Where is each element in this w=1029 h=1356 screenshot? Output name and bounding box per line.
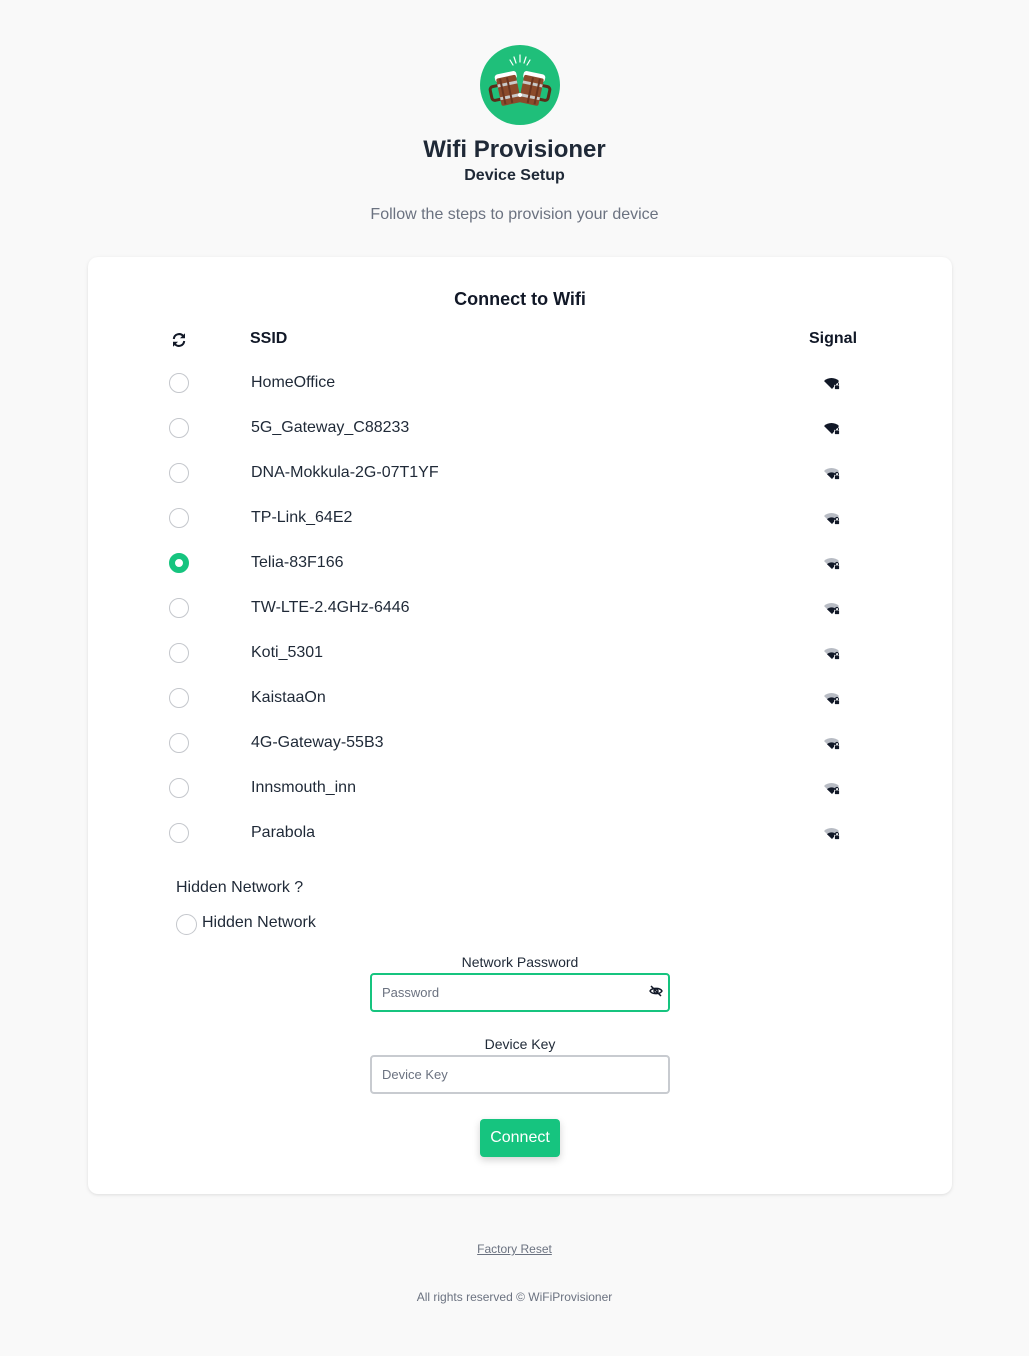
network-ssid: DNA-Mokkula-2G-07T1YF (251, 464, 439, 481)
wifi-medium-locked-icon (823, 466, 841, 482)
hidden-network-label: Hidden Network (202, 914, 316, 931)
wifi-medium-locked-icon (823, 826, 841, 842)
wifi-strong-locked-icon (823, 421, 841, 437)
network-radio[interactable] (169, 553, 189, 573)
refresh-icon[interactable] (171, 332, 187, 348)
wifi-medium-locked-icon (823, 781, 841, 797)
network-radio[interactable] (169, 463, 189, 483)
wifi-medium-locked-icon (823, 511, 841, 527)
password-input[interactable] (370, 973, 670, 1012)
wifi-medium-locked-icon (823, 691, 841, 707)
page-tagline: Follow the steps to provision your devic… (370, 206, 659, 223)
page-subtitle: Device Setup (464, 167, 565, 184)
network-row[interactable]: TW-LTE-2.4GHz-6446 (158, 593, 878, 638)
network-row[interactable]: HomeOffice (158, 368, 878, 413)
password-label: Network Password (461, 954, 579, 970)
hidden-network-question: Hidden Network ? (176, 879, 304, 896)
network-ssid: Innsmouth_inn (251, 779, 356, 796)
network-row[interactable]: KaistaaOn (158, 683, 878, 728)
network-radio[interactable] (169, 508, 189, 528)
network-row[interactable]: Parabola (158, 818, 878, 863)
eye-slash-icon[interactable] (649, 984, 663, 998)
network-radio[interactable] (169, 373, 189, 393)
network-radio[interactable] (169, 688, 189, 708)
column-header-signal: Signal (809, 330, 858, 347)
network-radio[interactable] (169, 823, 189, 843)
network-ssid: TP-Link_64E2 (251, 509, 353, 526)
network-row[interactable]: 5G_Gateway_C88233 (158, 413, 878, 458)
column-header-ssid: SSID (250, 330, 288, 347)
network-row[interactable]: TP-Link_64E2 (158, 503, 878, 548)
wifi-medium-locked-icon (823, 601, 841, 617)
wifi-medium-locked-icon (823, 646, 841, 662)
hidden-network-radio[interactable] (176, 914, 197, 935)
copyright-text: All rights reserved © WiFiProvisioner (416, 1290, 613, 1304)
network-radio[interactable] (169, 733, 189, 753)
network-radio[interactable] (169, 643, 189, 663)
page-title: Wifi Provisioner (423, 136, 606, 163)
network-ssid: Parabola (251, 824, 316, 841)
network-radio[interactable] (169, 598, 189, 618)
network-row[interactable]: Telia-83F166 (158, 548, 878, 593)
network-row[interactable]: Innsmouth_inn (158, 773, 878, 818)
network-ssid: 5G_Gateway_C88233 (251, 419, 410, 436)
device-key-label: Device Key (484, 1036, 556, 1052)
wifi-card: Connect to Wifi SSID Signal HomeOffice 5G… (88, 257, 952, 1194)
network-ssid: Telia-83F166 (251, 554, 344, 571)
card-title: Connect to Wifi (454, 289, 586, 309)
network-row[interactable]: 4G-Gateway-55B3 (158, 728, 878, 773)
network-row[interactable]: DNA-Mokkula-2G-07T1YF (158, 458, 878, 503)
wifi-strong-locked-icon (823, 376, 841, 392)
connect-button[interactable]: Connect (480, 1119, 560, 1157)
beer-mugs-icon (480, 45, 560, 125)
factory-reset-link[interactable]: Factory Reset (477, 1242, 552, 1256)
device-key-input[interactable] (370, 1055, 670, 1094)
network-ssid: Koti_5301 (251, 644, 324, 661)
wifi-medium-locked-icon (823, 556, 841, 572)
network-ssid: HomeOffice (251, 374, 336, 391)
factory-reset: Factory Reset (0, 1242, 1029, 1256)
network-radio[interactable] (169, 778, 189, 798)
network-ssid: 4G-Gateway-55B3 (251, 734, 384, 751)
network-row[interactable]: Koti_5301 (158, 638, 878, 683)
network-radio[interactable] (169, 418, 189, 438)
wifi-medium-locked-icon (823, 736, 841, 752)
network-ssid: TW-LTE-2.4GHz-6446 (251, 599, 410, 616)
network-ssid: KaistaaOn (251, 689, 326, 706)
